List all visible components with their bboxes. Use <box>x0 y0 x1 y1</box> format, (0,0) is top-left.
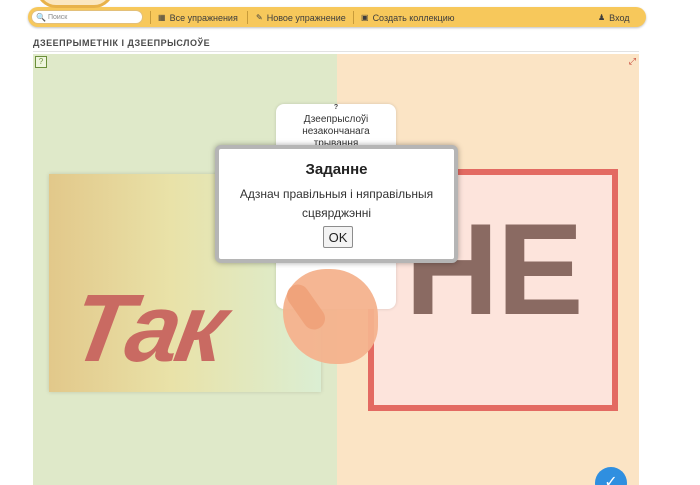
collection-icon: ▣ <box>361 13 369 22</box>
dialog-body: Адзнач правільныя і няправільныя сцвярдж… <box>239 187 434 220</box>
search-input[interactable]: 🔍 Поиск <box>31 10 143 24</box>
nav-item-new-exercise[interactable]: ✎ Новое упражнение <box>256 10 346 25</box>
card-help-icon[interactable]: ? <box>276 104 396 111</box>
dialog-title: Заданне <box>305 161 368 178</box>
grid-icon: ▦ <box>158 13 166 22</box>
login-label: Вход <box>609 12 630 23</box>
true-zone-label: Так <box>63 275 232 382</box>
fullscreen-icon[interactable]: ⤢ <box>629 56 636 67</box>
nav-divider <box>353 11 354 24</box>
nav-item-label: Новое упражнение <box>266 12 346 23</box>
page-title: ДЗЕЕПРЫМЕТНІК І ДЗЕЕПРЫСЛОЎЕ <box>33 38 211 48</box>
pencil-icon: ✎ <box>256 13 263 22</box>
nav-item-label: Все упражнения <box>169 12 238 23</box>
nav-item-create-collection[interactable]: ▣ Создать коллекцию <box>361 10 455 25</box>
exercise-canvas: ? ⤢ Так НЕ ? Дзеепрыслоўі незакончанага … <box>33 54 639 485</box>
login-link[interactable]: ♟ Вход <box>598 10 630 25</box>
title-divider <box>33 51 639 52</box>
nav-item-label: Создать коллекцию <box>372 12 455 23</box>
nav-item-all-exercises[interactable]: ▦ Все упражнения <box>158 10 238 25</box>
search-icon: 🔍 <box>36 12 46 22</box>
search-placeholder: Поиск <box>47 13 68 21</box>
ok-button[interactable]: OK <box>323 226 353 248</box>
user-icon: ♟ <box>598 13 606 22</box>
nav-divider <box>150 11 151 24</box>
info-icon[interactable]: ? <box>35 56 47 68</box>
nav-divider <box>247 11 248 24</box>
task-dialog: Заданне Адзнач правільныя і няправільныя… <box>215 145 458 263</box>
